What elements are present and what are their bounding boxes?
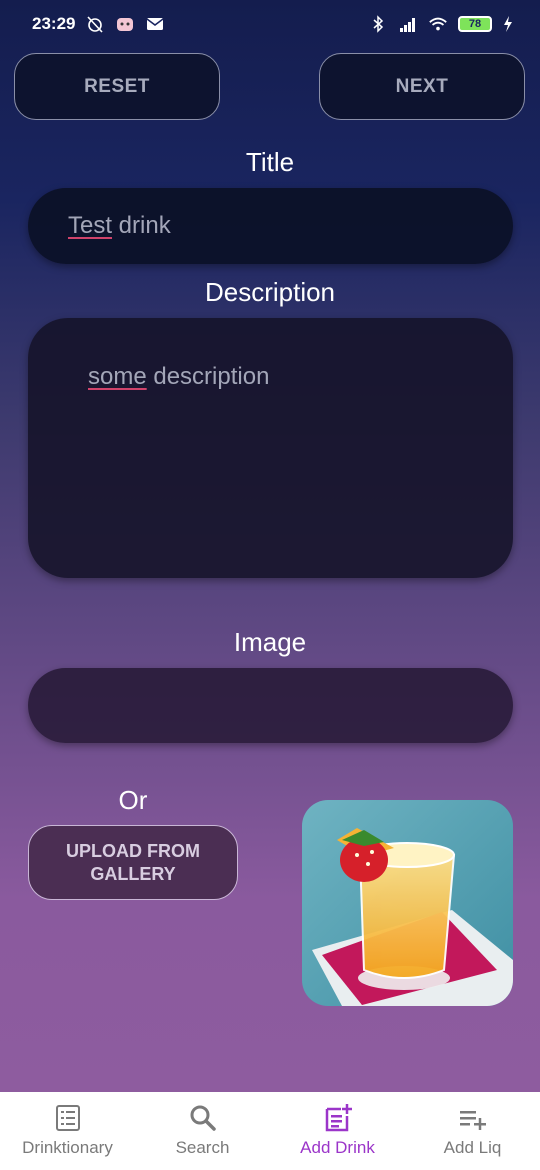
playlist-add-icon [459, 1111, 486, 1130]
nav-item-label: Add Drink [300, 1138, 375, 1157]
title-label: Title [245, 147, 295, 177]
battery-indicator: 78 [458, 16, 492, 32]
nav-item-add-drink[interactable]: Add Drink [270, 1092, 405, 1170]
clock: 23:29 [32, 14, 76, 33]
nav-item-label: Drinktionary [22, 1138, 113, 1157]
alarm-off-icon [87, 16, 104, 33]
description-input[interactable]: some description [28, 318, 513, 578]
signal-icon [400, 18, 415, 32]
description-label: Description [204, 277, 336, 307]
search-icon [190, 1105, 216, 1131]
title-input[interactable]: Test drink [28, 188, 513, 264]
next-button[interactable]: NEXT [319, 53, 525, 120]
add-note-icon [325, 1104, 352, 1132]
status-bar: 23:29 78 [0, 0, 540, 48]
nav-item-label: Search [175, 1138, 230, 1157]
nav-item-drinktionary[interactable]: Drinktionary [0, 1092, 135, 1170]
drink-image-preview [302, 800, 513, 1006]
title-input-value-word-1: Test [68, 212, 113, 239]
bottom-navigation: Drinktionary Search Add Drink Add Liq [0, 1092, 540, 1170]
image-url-input[interactable] [28, 668, 513, 743]
charging-icon [504, 16, 512, 32]
or-label: Or [118, 785, 148, 815]
bluetooth-icon [373, 15, 384, 33]
upload-from-gallery-button[interactable]: UPLOAD FROM GALLERY [28, 825, 238, 900]
nav-item-label: Add Liq [443, 1138, 502, 1157]
reset-button[interactable]: RESET [14, 53, 220, 120]
wifi-icon [429, 17, 447, 31]
description-input-value-word-1: some [88, 363, 147, 390]
title-input-value: Test drink [68, 212, 171, 240]
mail-icon [147, 18, 164, 30]
list-icon [55, 1105, 80, 1131]
description-input-value: some description [88, 363, 269, 391]
drink-photo [302, 800, 513, 1006]
description-input-value-word-2: description [146, 363, 270, 390]
image-label: Image [233, 627, 307, 657]
app-notification-icon [117, 18, 134, 31]
nav-item-search[interactable]: Search [135, 1092, 270, 1170]
nav-item-add-liq[interactable]: Add Liq [405, 1092, 540, 1170]
title-input-value-word-2: drink [112, 212, 171, 239]
